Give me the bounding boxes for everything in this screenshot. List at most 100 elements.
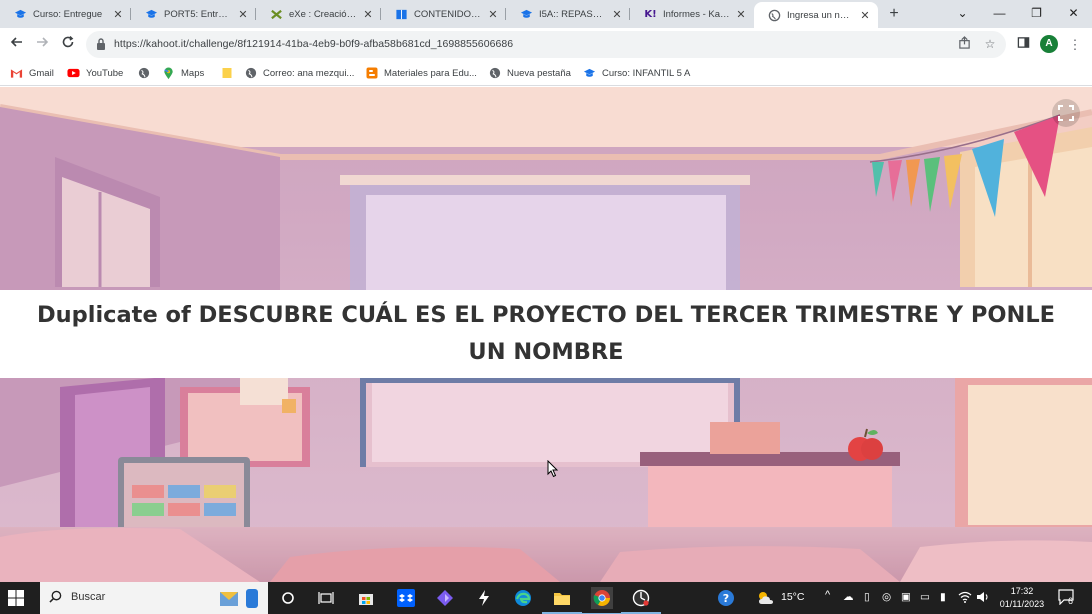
reload-button[interactable]: [57, 34, 79, 56]
app-purple-icon[interactable]: [435, 588, 455, 608]
bookmarks-bar: Gmail YouTube Maps Correo: ana mezqui...…: [0, 61, 1092, 86]
close-tab-icon[interactable]: ✕: [486, 8, 500, 21]
kahoot-icon: K!: [644, 8, 657, 20]
tray-app-icon[interactable]: ◎: [882, 591, 891, 603]
globe-icon: [488, 67, 501, 80]
clock-time: 17:32: [1010, 586, 1034, 596]
challenge-title-banner: Duplicate of DESCUBRE CUÁL ES EL PROYECT…: [0, 290, 1092, 378]
edge-browser-icon[interactable]: [513, 588, 533, 608]
tab-curso-entregue[interactable]: Curso: Entregue ✕: [0, 2, 131, 26]
screen-recorder-icon[interactable]: [621, 588, 661, 614]
microphone-icon[interactable]: ▮: [940, 591, 946, 603]
lock-icon[interactable]: [96, 37, 106, 51]
windows-start-icon[interactable]: [8, 590, 24, 606]
bookmark-youtube[interactable]: YouTube: [67, 66, 123, 80]
task-view-icon[interactable]: [316, 588, 336, 608]
close-tab-icon[interactable]: ✕: [858, 9, 872, 22]
new-tab-button[interactable]: +: [884, 4, 904, 24]
bookmark-curso-infantil[interactable]: Curso: INFANTIL 5 A: [583, 66, 690, 80]
profile-avatar[interactable]: A: [1040, 35, 1058, 53]
tab-strip: Curso: Entregue ✕ PORT5: Entregue ✕ eXe …: [0, 0, 1092, 28]
bookmark-label: Curso: INFANTIL 5 A: [602, 67, 691, 79]
minimize-button[interactable]: —: [981, 0, 1018, 28]
search-icon: [49, 590, 62, 606]
tray-chevron-icon[interactable]: ^: [825, 589, 830, 601]
volume-icon[interactable]: [976, 591, 989, 606]
onedrive-cloud-icon[interactable]: ☁: [843, 591, 854, 603]
bookmark-label: YouTube: [86, 67, 124, 79]
graduation-cap-icon: [520, 8, 533, 21]
forward-button[interactable]: [31, 34, 53, 56]
kahoot-page: Duplicate of DESCUBRE CUÁL ES EL PROYECT…: [0, 87, 1092, 582]
tab-contenido[interactable]: CONTENIDO DI ✕: [381, 2, 506, 26]
tab-i5a-repaso[interactable]: I5A:: REPASO DE ✕: [506, 2, 630, 26]
gmail-icon: [10, 67, 23, 80]
tab-exe-creacion[interactable]: eXe : Creación d ✕: [256, 2, 381, 26]
bookmark-gmail[interactable]: Gmail: [10, 66, 54, 80]
graduation-cap-icon: [145, 8, 158, 21]
bookmark-label: Nueva pestaña: [507, 67, 571, 79]
share-icon[interactable]: [956, 36, 972, 52]
screen: Curso: Entregue ✕ PORT5: Entregue ✕ eXe …: [0, 0, 1092, 614]
graduation-cap-icon: [14, 8, 27, 21]
tab-informes-kahoot[interactable]: K! Informes - Kaho ✕: [630, 2, 754, 26]
blogger-icon: [365, 67, 378, 80]
bookmark-label: Gmail: [29, 67, 54, 79]
close-tab-icon[interactable]: ✕: [361, 8, 375, 21]
close-tab-icon[interactable]: ✕: [111, 8, 125, 21]
tab-search-icon[interactable]: ⌄: [944, 0, 981, 28]
exe-logo-icon: [270, 8, 283, 21]
help-icon[interactable]: ?: [716, 588, 736, 608]
tab-ingresa-un-nombre[interactable]: Ingresa un nomb ✕: [754, 2, 878, 28]
clock-date: 01/11/2023: [999, 599, 1045, 609]
search-highlight-illustration-icon: [220, 589, 258, 608]
tab-label: Informes - Kaho: [663, 8, 730, 20]
close-tab-icon[interactable]: ✕: [236, 8, 250, 21]
bookmark-globe[interactable]: [137, 66, 156, 80]
close-tab-icon[interactable]: ✕: [734, 8, 748, 21]
notification-count: 6: [1068, 596, 1074, 606]
mouse-cursor-icon: [547, 460, 559, 478]
address-bar[interactable]: https://kahoot.it/challenge/8f121914-41b…: [86, 31, 1006, 58]
challenge-title: Duplicate of DESCUBRE CUÁL ES EL PROYECT…: [36, 302, 1056, 365]
bookmark-maps[interactable]: Maps: [162, 66, 204, 80]
cortana-icon[interactable]: [278, 588, 298, 608]
bookmark-folder[interactable]: [220, 66, 239, 80]
bookmark-materiales[interactable]: Materiales para Edu...: [365, 66, 477, 80]
wifi-icon[interactable]: [958, 591, 972, 606]
close-tab-icon[interactable]: ✕: [610, 8, 624, 21]
app-bolt-icon[interactable]: [474, 588, 494, 608]
file-explorer-icon[interactable]: [542, 588, 582, 614]
tab-label: CONTENIDO DI: [414, 8, 482, 20]
bookmark-label: Maps: [181, 67, 205, 79]
forward-arrow-icon: [37, 37, 49, 47]
system-clock[interactable]: 17:32 01/11/2023: [994, 585, 1050, 611]
chrome-browser-icon[interactable]: [581, 587, 623, 614]
folder-icon: [220, 67, 233, 80]
fullscreen-button[interactable]: [1052, 99, 1080, 127]
temperature-text[interactable]: 15°C: [781, 591, 804, 603]
microsoft-store-icon[interactable]: [356, 588, 376, 608]
dropbox-icon[interactable]: [396, 588, 416, 608]
bookmark-correo[interactable]: Correo: ana mezqui...: [244, 66, 354, 80]
book-icon: [395, 8, 408, 21]
url-text[interactable]: https://kahoot.it/challenge/8f121914-41b…: [114, 38, 513, 50]
back-button[interactable]: [6, 34, 28, 56]
restore-button[interactable]: ❐: [1018, 0, 1055, 28]
search-placeholder: Buscar: [71, 591, 106, 603]
weather-icon[interactable]: [756, 588, 776, 608]
security-icon[interactable]: ▣: [901, 591, 911, 603]
tab-port5-entregue[interactable]: PORT5: Entregue ✕: [131, 2, 256, 26]
usb-icon[interactable]: ▯: [864, 591, 870, 603]
taskbar-search-box[interactable]: Buscar: [40, 582, 268, 614]
bookmark-nueva-pestana[interactable]: Nueva pestaña: [488, 66, 571, 80]
bookmark-star-icon[interactable]: ☆: [982, 36, 998, 52]
close-window-button[interactable]: ✕: [1055, 0, 1092, 28]
side-panel-icon[interactable]: [1014, 36, 1032, 54]
reload-icon: [62, 35, 74, 48]
windows-taskbar: Buscar ? 15°C ^ ☁ ▯ ◎ ▣ ▭ ▮ 17:32 01/11/…: [0, 582, 1092, 614]
tab-label: eXe : Creación d: [289, 8, 357, 20]
battery-icon[interactable]: ▭: [920, 591, 930, 603]
more-menu-icon[interactable]: ⋮: [1066, 36, 1084, 54]
notification-center-button[interactable]: 6: [1058, 589, 1078, 607]
